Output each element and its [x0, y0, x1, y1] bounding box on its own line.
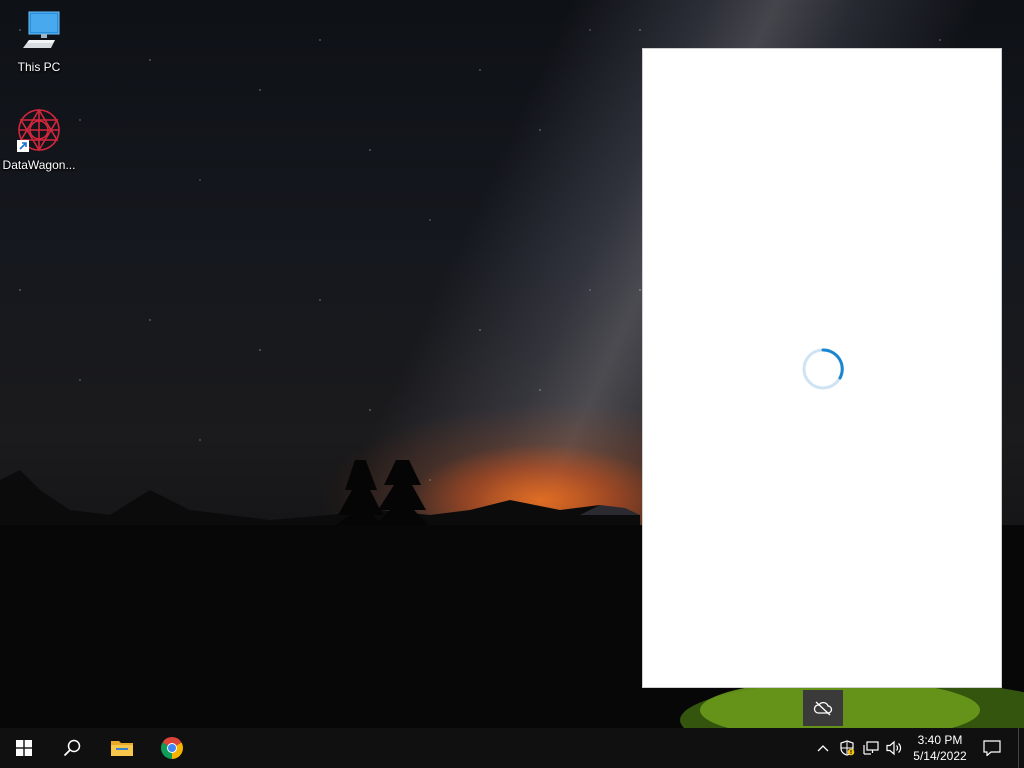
taskbar-clock[interactable]: 3:40 PM 5/14/2022 — [906, 728, 974, 768]
windows-security-button[interactable] — [836, 728, 858, 768]
folder-icon — [111, 741, 133, 756]
search-button[interactable] — [48, 728, 96, 768]
action-center-icon — [983, 740, 1001, 756]
desktop: This PC DataWagon... — [0, 0, 1024, 728]
clock-date: 5/14/2022 — [913, 749, 967, 763]
show-desktop-button[interactable] — [1018, 728, 1024, 768]
show-hidden-icons-button[interactable] — [813, 728, 833, 768]
volume-button[interactable] — [884, 728, 906, 768]
windows-logo-icon — [16, 740, 32, 756]
taskbar-file-explorer[interactable] — [98, 728, 146, 768]
computer-icon — [23, 11, 60, 48]
cloud-off-icon — [813, 701, 833, 716]
search-icon — [63, 739, 81, 757]
desktop-icon-this-pc[interactable]: This PC — [1, 8, 77, 74]
start-button[interactable] — [0, 728, 48, 768]
taskbar: 3:40 PM 5/14/2022 — [0, 728, 1024, 768]
network-button[interactable] — [860, 728, 882, 768]
loading-spinner-icon — [802, 348, 844, 390]
clock-time: 3:40 PM — [917, 733, 963, 747]
desktop-icon-label: DataWagon... — [2, 158, 76, 172]
datawagon-app-icon — [17, 108, 60, 152]
network-icon — [863, 741, 879, 755]
chrome-icon — [161, 737, 183, 759]
volume-icon — [886, 740, 902, 756]
tray-flyout-panel — [642, 48, 1002, 688]
action-center-button[interactable] — [978, 728, 1006, 768]
security-alert-icon — [840, 740, 855, 756]
taskbar-chrome[interactable] — [148, 728, 196, 768]
desktop-icon-datawagon[interactable]: DataWagon... — [1, 106, 77, 172]
chevron-up-icon — [817, 745, 829, 752]
meet-now-icon-button[interactable] — [803, 690, 843, 726]
desktop-icon-label: This PC — [17, 60, 61, 74]
